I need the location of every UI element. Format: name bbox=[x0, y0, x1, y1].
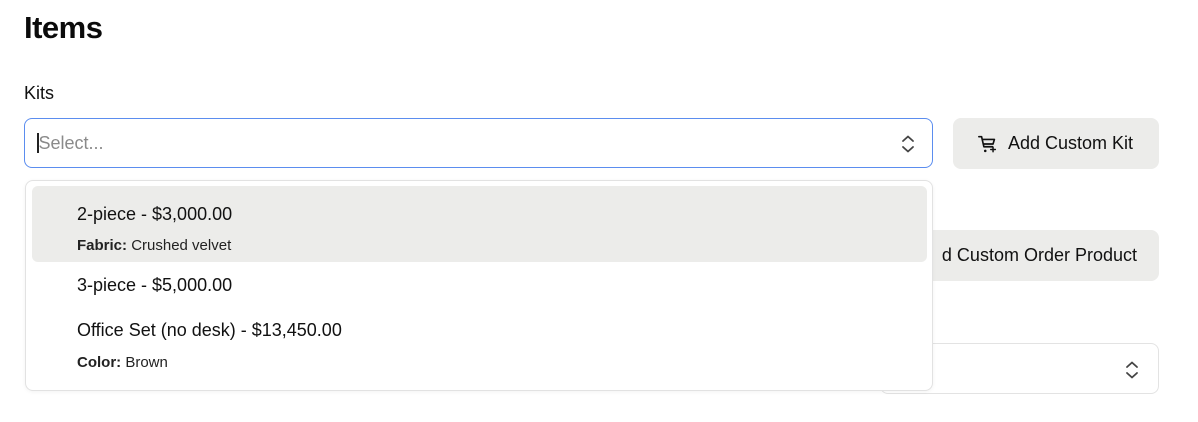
add-custom-kit-button[interactable]: Add Custom Kit bbox=[953, 118, 1159, 169]
kits-select-placeholder: Select... bbox=[38, 132, 104, 153]
kit-option-meta: Fabric: Crushed velvet bbox=[77, 237, 231, 254]
meta-value: Brown bbox=[125, 354, 168, 371]
kit-option[interactable]: 2-piece - $3,000.00 Fabric: Crushed velv… bbox=[32, 186, 927, 262]
items-page: Items Kits Select... Add Custom Kit d Cu… bbox=[0, 0, 1198, 422]
cart-add-icon bbox=[978, 135, 997, 153]
page-title: Items bbox=[24, 10, 103, 45]
add-custom-order-product-button[interactable]: d Custom Order Product bbox=[900, 230, 1159, 281]
meta-key: Fabric: bbox=[77, 237, 128, 254]
kit-option[interactable]: 3-piece - $5,000.00 bbox=[32, 266, 927, 304]
meta-key: Color: bbox=[77, 354, 122, 371]
chevron-up-down-icon[interactable] bbox=[900, 134, 916, 154]
kits-dropdown-menu: 2-piece - $3,000.00 Fabric: Crushed velv… bbox=[25, 180, 933, 391]
kit-option-label: 3-piece - $5,000.00 bbox=[77, 275, 233, 295]
kits-label: Kits bbox=[24, 83, 55, 103]
meta-value: Crushed velvet bbox=[131, 237, 232, 254]
kits-select[interactable]: Select... bbox=[24, 118, 933, 168]
kit-option-meta: Color: Brown bbox=[77, 354, 168, 371]
kit-option-label: Office Set (no desk) - $13,450.00 bbox=[77, 320, 342, 340]
chevron-up-down-icon[interactable] bbox=[1124, 360, 1140, 380]
kit-option-label: 2-piece - $3,000.00 bbox=[77, 204, 233, 224]
kit-option[interactable]: Office Set (no desk) - $13,450.00 Color:… bbox=[32, 308, 927, 384]
add-custom-order-product-label: d Custom Order Product bbox=[941, 245, 1137, 265]
add-custom-kit-label: Add Custom Kit bbox=[1008, 133, 1134, 153]
